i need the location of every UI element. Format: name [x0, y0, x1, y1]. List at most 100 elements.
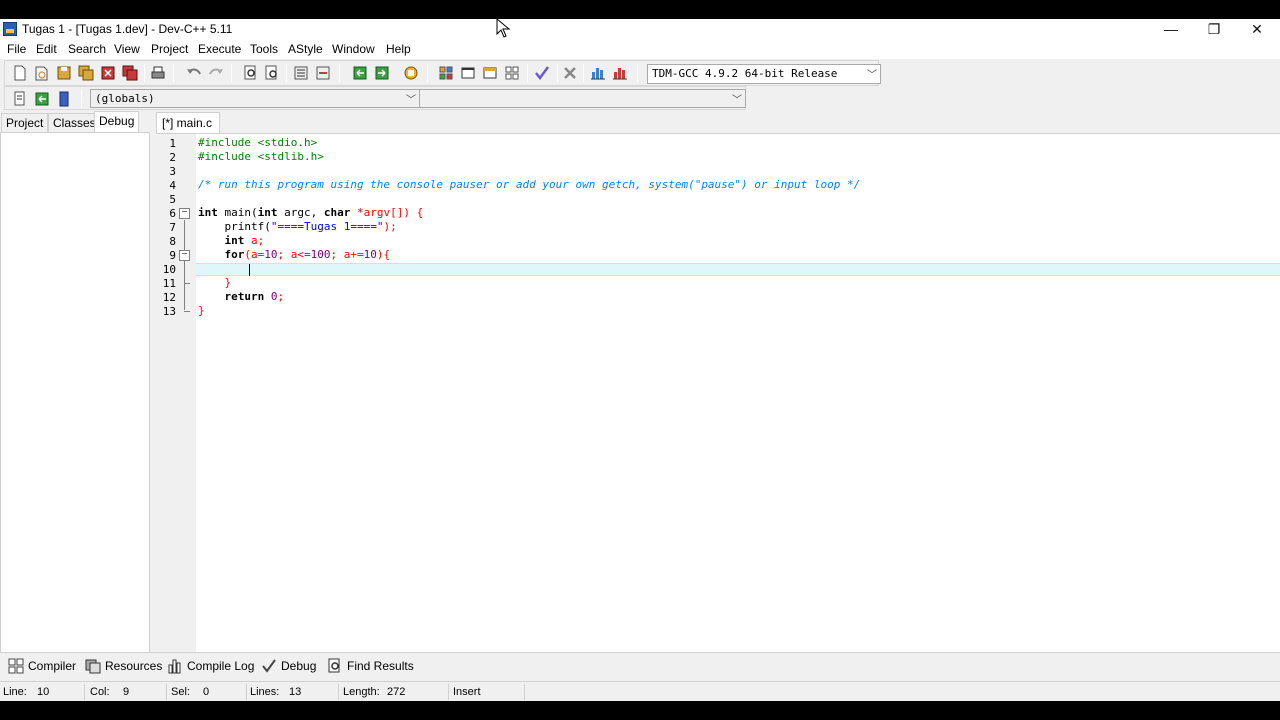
code-token: argc,: [277, 206, 324, 219]
close-all-icon[interactable]: [121, 64, 139, 82]
status-insert-mode: Insert: [453, 686, 481, 698]
menu-search[interactable]: Search: [68, 42, 106, 56]
bookmark-icon[interactable]: [402, 64, 420, 82]
status-separator: [84, 684, 85, 700]
scope-select[interactable]: (globals) ﹀: [90, 89, 420, 108]
status-lines-label: Lines:: [250, 686, 280, 698]
title-bar[interactable]: Tugas 1 - [Tugas 1.dev] - Dev-C++ 5.11 —…: [0, 19, 1280, 40]
redo-icon[interactable]: [207, 64, 225, 82]
restore-button[interactable]: ❐: [1191, 19, 1237, 40]
open-file-icon[interactable]: [33, 64, 51, 82]
tab-main-c[interactable]: [*] main.c: [156, 112, 220, 133]
menu-astyle[interactable]: AStyle: [288, 42, 323, 56]
code-token: printf(: [198, 220, 271, 233]
code-token: a;: [244, 234, 265, 247]
line-number: 6: [169, 207, 176, 220]
menu-tools[interactable]: Tools: [250, 42, 278, 56]
fold-end-marker: [184, 311, 190, 312]
current-line-highlight: [196, 263, 1280, 276]
tab-debug[interactable]: Debug: [94, 111, 140, 132]
syntax-check-icon[interactable]: [533, 64, 551, 82]
code-editor[interactable]: 1 2 3 4 5 6 7 8 9 10 11 12 13 − − #inclu…: [156, 133, 1280, 652]
code-token: #include <stdlib.h>: [198, 150, 324, 163]
fold-collapse-icon[interactable]: −: [179, 250, 190, 261]
tab-project[interactable]: Project: [1, 113, 49, 132]
main-toolbar: TDM-GCC 4.9.2 64-bit Release ﹀: [4, 60, 881, 86]
tab-label: Resources: [105, 659, 163, 673]
code-keyword: return: [224, 290, 265, 303]
toolbar-separator: [637, 64, 638, 82]
print-icon[interactable]: [149, 64, 167, 82]
unindent-icon[interactable]: [314, 64, 332, 82]
save-all-icon[interactable]: [77, 64, 95, 82]
stop-execution-icon[interactable]: [561, 64, 579, 82]
toggle-header-icon[interactable]: [33, 90, 51, 108]
menu-execute[interactable]: Execute: [198, 42, 241, 56]
toggle-bookmark-icon[interactable]: [55, 90, 73, 108]
toolbar-separator: [557, 64, 558, 82]
tab-compiler[interactable]: Compiler: [4, 656, 80, 676]
line-number-gutter: 1 2 3 4 5 6 7 8 9 10 11 12 13 − −: [156, 134, 196, 652]
close-file-icon[interactable]: [99, 64, 117, 82]
fold-collapse-icon[interactable]: −: [179, 208, 190, 219]
menu-window[interactable]: Window: [332, 42, 375, 56]
status-line-label: Line:: [3, 686, 27, 698]
save-icon[interactable]: [55, 64, 73, 82]
toggle-panel-icon[interactable]: [481, 64, 499, 82]
tile-windows-icon[interactable]: [503, 64, 521, 82]
menu-project[interactable]: Project: [151, 42, 188, 56]
status-col-label: Col:: [90, 686, 110, 698]
compiler-select[interactable]: TDM-GCC 4.9.2 64-bit Release ﹀: [647, 64, 881, 84]
code-line-2: #include <stdlib.h>: [198, 150, 324, 164]
resources-icon: [85, 658, 101, 674]
menu-bar: File Edit Search View Project Execute To…: [0, 40, 1280, 59]
window-title: Tugas 1 - [Tugas 1.dev] - Dev-C++ 5.11: [22, 22, 233, 36]
menu-file[interactable]: File: [7, 42, 26, 56]
replace-icon[interactable]: [263, 64, 281, 82]
tab-resources[interactable]: Resources: [81, 656, 166, 676]
tab-label: Find Results: [347, 659, 414, 673]
code-token: ){: [376, 248, 391, 261]
code-token: main(: [217, 206, 258, 219]
delete-profile-icon[interactable]: [611, 64, 629, 82]
line-number: 3: [169, 165, 176, 178]
menu-edit[interactable]: Edit: [36, 42, 57, 56]
undo-icon[interactable]: [185, 64, 203, 82]
chevron-down-icon: ﹀: [406, 95, 416, 106]
goto-back-icon[interactable]: [351, 64, 369, 82]
tab-find-results[interactable]: Find Results: [323, 656, 418, 676]
tab-classes[interactable]: Classes: [48, 113, 101, 132]
fullscreen-icon[interactable]: [459, 64, 477, 82]
profile-chart-icon[interactable]: [589, 64, 607, 82]
minimize-button[interactable]: —: [1148, 19, 1194, 40]
close-button[interactable]: ✕: [1234, 19, 1280, 40]
status-bar: Line: 10 Col: 9 Sel: 0 Lines: 13 Length:…: [0, 681, 1280, 701]
find-icon[interactable]: [242, 64, 260, 82]
insert-icon[interactable]: [11, 90, 29, 108]
toolbar-separator: [286, 64, 287, 82]
code-number: 10: [363, 248, 377, 261]
indent-icon[interactable]: [292, 64, 310, 82]
tab-compile-log[interactable]: Compile Log: [163, 656, 258, 676]
goto-forward-icon[interactable]: [373, 64, 391, 82]
line-number: 8: [169, 235, 176, 248]
function-select[interactable]: ﹀: [419, 89, 746, 108]
status-separator: [166, 684, 167, 700]
code-token: (a=: [244, 248, 265, 261]
status-length-value: 272: [387, 686, 406, 698]
line-number: 4: [169, 179, 176, 192]
line-number: 13: [162, 305, 176, 318]
new-file-icon[interactable]: [11, 64, 29, 82]
project-view-icon[interactable]: [437, 64, 455, 82]
code-number: 10: [264, 248, 278, 261]
menu-help[interactable]: Help: [386, 42, 411, 56]
tab-debug-output[interactable]: Debug: [257, 656, 320, 676]
code-keyword: char: [323, 206, 351, 219]
toolbar-separator: [144, 64, 145, 82]
menu-view[interactable]: View: [114, 42, 140, 56]
status-lines-value: 13: [289, 686, 302, 698]
code-keyword: int: [224, 234, 245, 247]
